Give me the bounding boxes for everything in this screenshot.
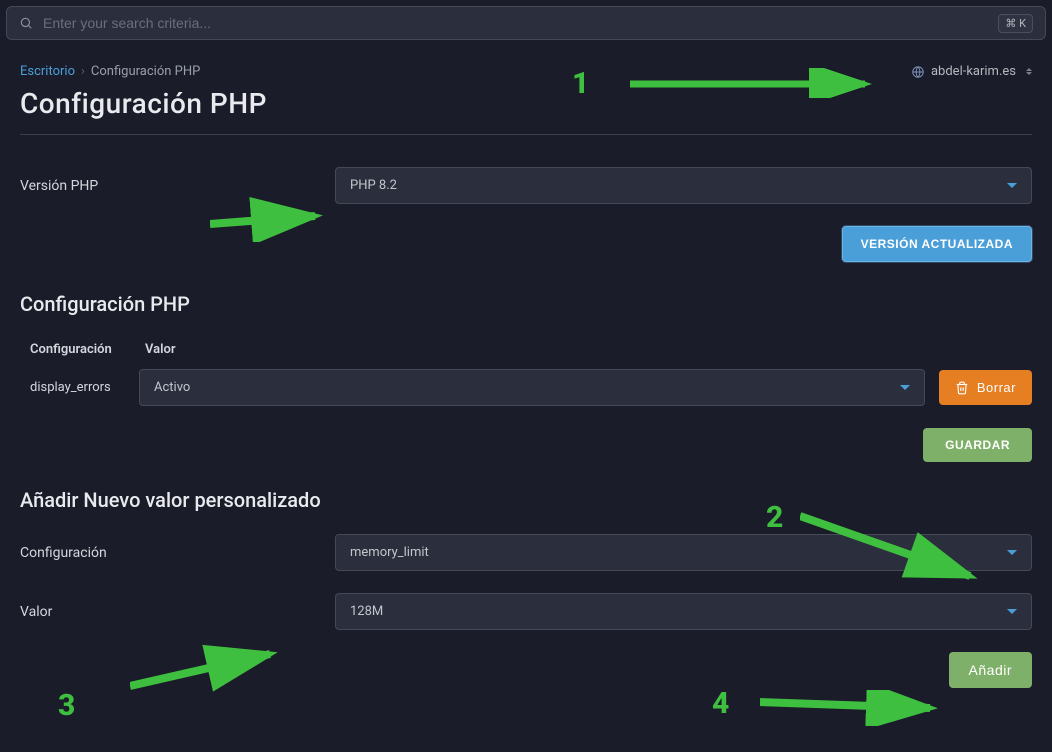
add-config-label: Configuración: [20, 545, 335, 561]
add-config-select[interactable]: memory_limit: [335, 534, 1032, 571]
search-shortcut: ⌘ K: [998, 14, 1033, 33]
column-config: Configuración: [30, 342, 125, 357]
column-value: Valor: [145, 342, 176, 357]
breadcrumb-current: Configuración PHP: [91, 64, 200, 79]
page-title: Configuración PHP: [20, 87, 1032, 120]
domain-name: abdel-karim.es: [931, 64, 1016, 79]
search-icon: [19, 16, 33, 30]
chevron-down-icon: [1007, 550, 1017, 555]
breadcrumb-home[interactable]: Escritorio: [20, 64, 75, 79]
update-version-button[interactable]: VERSIÓN ACTUALIZADA: [842, 226, 1032, 262]
add-value-value: 128M: [350, 604, 383, 619]
delete-button[interactable]: Borrar: [939, 370, 1032, 405]
add-button[interactable]: Añadir: [949, 652, 1032, 688]
chevron-down-icon: [900, 385, 910, 390]
php-version-select[interactable]: PHP 8.2: [335, 167, 1032, 204]
save-button[interactable]: GUARDAR: [923, 428, 1032, 462]
add-config-value: memory_limit: [350, 545, 429, 560]
php-version-value: PHP 8.2: [350, 178, 397, 193]
search-input[interactable]: [43, 15, 998, 31]
delete-label: Borrar: [977, 380, 1016, 395]
config-heading: Configuración PHP: [20, 292, 1032, 316]
sort-icon: [1026, 68, 1032, 75]
chevron-right-icon: ›: [81, 64, 85, 79]
table-row: display_errors Activo Borrar: [20, 365, 1032, 410]
search-bar[interactable]: ⌘ K: [6, 6, 1046, 40]
add-heading: Añadir Nuevo valor personalizado: [20, 488, 1032, 512]
config-value-select[interactable]: Activo: [139, 369, 925, 406]
config-value: Activo: [154, 380, 190, 395]
add-value-select[interactable]: 128M: [335, 593, 1032, 630]
add-value-label: Valor: [20, 604, 335, 620]
php-version-label: Versión PHP: [20, 178, 335, 194]
breadcrumb: Escritorio › Configuración PHP: [20, 64, 200, 79]
domain-selector[interactable]: abdel-karim.es: [911, 64, 1032, 79]
globe-icon: [911, 65, 925, 79]
chevron-down-icon: [1007, 183, 1017, 188]
chevron-down-icon: [1007, 609, 1017, 614]
divider: [20, 134, 1032, 135]
config-name: display_errors: [20, 380, 125, 395]
trash-icon: [955, 381, 969, 395]
config-table-header: Configuración Valor: [20, 334, 1032, 365]
